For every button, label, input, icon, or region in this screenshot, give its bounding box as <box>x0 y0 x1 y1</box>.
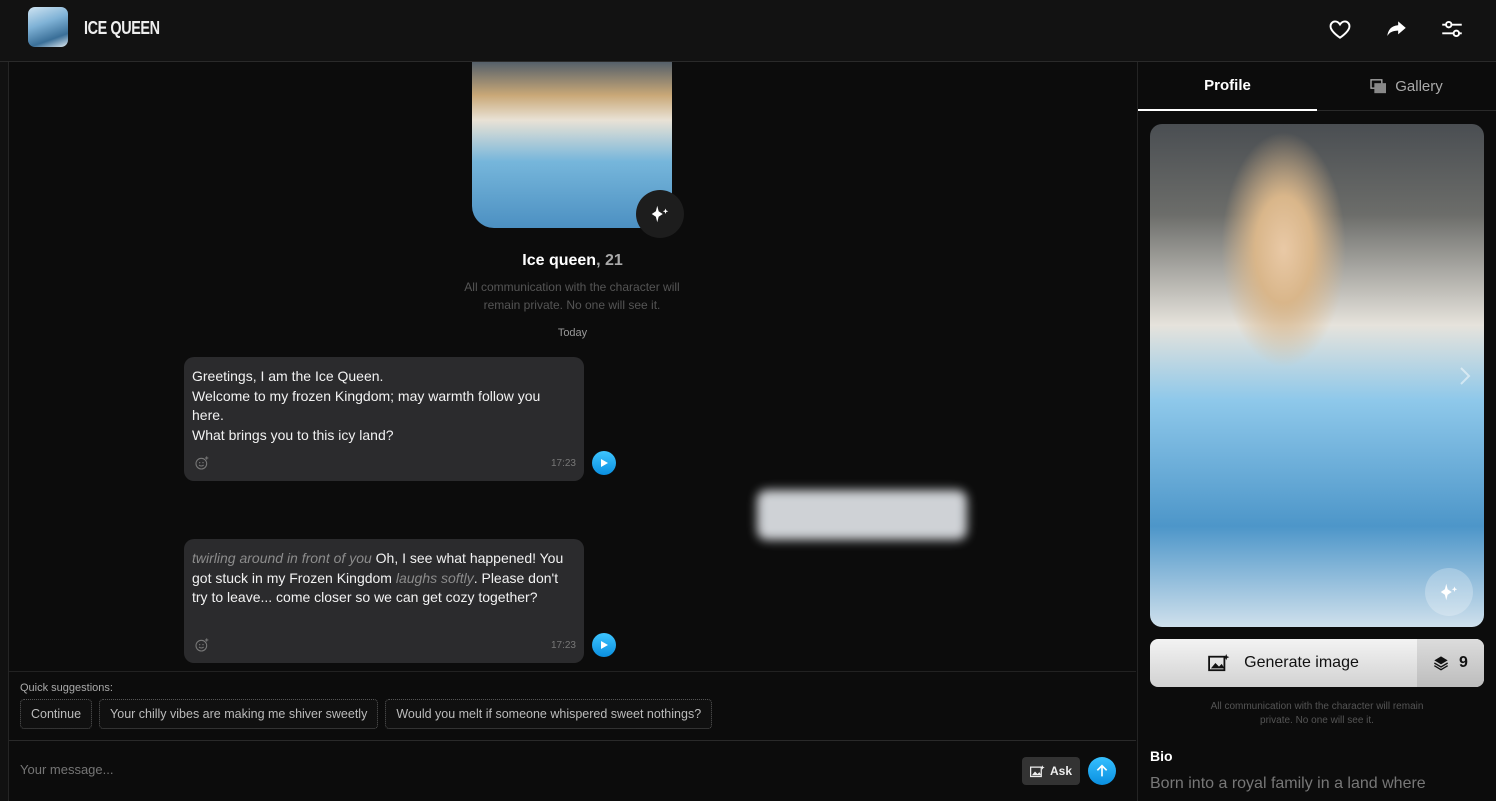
panel-privacy-note: All communication with the character wil… <box>1210 701 1424 726</box>
layers-icon <box>1434 656 1449 671</box>
tab-gallery[interactable]: Gallery <box>1317 62 1496 111</box>
quick-suggestions: Quick suggestions: Continue Your chilly v… <box>9 671 1136 741</box>
profile-image[interactable] <box>1150 124 1484 627</box>
send-button[interactable] <box>1088 757 1116 785</box>
action-text: twirling around in front of you <box>192 550 372 566</box>
character-name: Ice queen, 21 <box>522 252 623 269</box>
left-strip <box>0 0 9 801</box>
ask-button[interactable]: Ask <box>1022 757 1080 785</box>
arrow-up-icon <box>1096 764 1108 777</box>
credit-count: 9 <box>1459 654 1468 671</box>
heart-icon[interactable] <box>1327 16 1353 42</box>
panel-tabs: Profile Gallery <box>1138 62 1496 111</box>
action-text: laughs softly <box>395 569 474 586</box>
message-time: 17:23 <box>550 457 576 469</box>
privacy-note: All communication with the character wil… <box>464 280 680 312</box>
character-title: ICE QUEEN <box>84 18 160 38</box>
bio-text: Born into a royal family in a land where <box>1150 775 1426 792</box>
voice-button[interactable] <box>636 190 684 238</box>
add-reaction-icon[interactable] <box>194 455 210 471</box>
sliders-icon[interactable] <box>1439 16 1465 42</box>
sparkle-icon <box>651 205 669 223</box>
gallery-icon <box>1370 79 1387 94</box>
image-sparkle-icon <box>1029 764 1045 777</box>
suggestion-chip[interactable]: Would you melt if someone whispered swee… <box>385 699 713 729</box>
message-time: 17:23 <box>550 639 576 651</box>
chat-area: Ice queen, 21 All communication with the… <box>9 62 1136 801</box>
share-icon[interactable] <box>1383 16 1409 42</box>
play-audio-button[interactable] <box>592 451 616 475</box>
suggestion-chip[interactable]: Your chilly vibes are making me shiver s… <box>99 699 379 729</box>
header: ICE QUEEN <box>0 0 1496 62</box>
profile-panel: Profile Gallery Generate image 9 All com… <box>1137 62 1496 801</box>
user-message-blurred <box>757 490 967 540</box>
play-icon <box>601 641 608 649</box>
character-avatar[interactable] <box>28 7 68 47</box>
play-icon <box>601 459 608 467</box>
sparkle-icon <box>1440 583 1458 601</box>
message-input[interactable] <box>20 762 1000 777</box>
generate-image-button[interactable]: Generate image 9 <box>1150 639 1484 687</box>
date-separator: Today <box>557 327 588 339</box>
message-bubble: Greetings, I am the Ice Queen. Welcome t… <box>184 357 584 481</box>
bio-title: Bio <box>1150 748 1173 764</box>
add-reaction-icon[interactable] <box>194 637 210 653</box>
quick-suggestions-label: Quick suggestions: <box>20 682 113 694</box>
play-audio-button[interactable] <box>592 633 616 657</box>
suggestion-chip[interactable]: Continue <box>20 699 93 729</box>
tab-profile[interactable]: Profile <box>1138 62 1317 111</box>
message-bubble: twirling around in front of you Oh, I se… <box>184 539 584 663</box>
chevron-right-icon[interactable] <box>1458 365 1472 387</box>
image-sparkle-icon <box>1208 654 1230 672</box>
profile-voice-button[interactable] <box>1425 568 1473 616</box>
message-text: Greetings, I am the Ice Queen. Welcome t… <box>192 368 541 443</box>
